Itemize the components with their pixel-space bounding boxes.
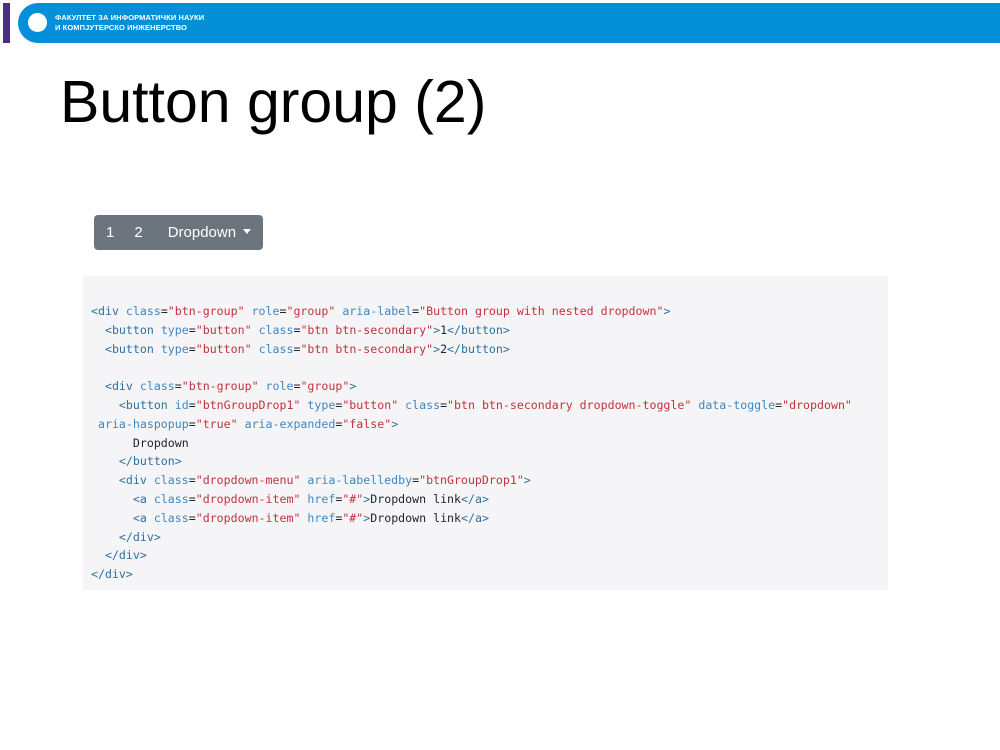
button-group-demo: 1 2 Dropdown [94, 215, 264, 250]
dropdown-label: Dropdown [167, 224, 237, 241]
code-line: aria-haspopup="true" aria-expanded="fals… [97, 416, 399, 431]
code-line: <button type="button" class="btn btn-sec… [104, 341, 510, 356]
code-example: <div class="btn-group" role="group" aria… [83, 276, 888, 590]
code-line: <div class="btn-group" role="group"> [104, 379, 357, 394]
button-1[interactable]: 1 [94, 215, 122, 250]
code-line: Dropdown [91, 435, 189, 450]
code-line: <div class="btn-group" role="group" aria… [91, 304, 671, 318]
faculty-logo-icon [28, 13, 47, 32]
header-accent-bar [3, 3, 10, 43]
caret-down-icon [243, 229, 252, 234]
faculty-name: ФАКУЛТЕТ ЗА ИНФОРМАТИЧКИ НАУКИ И КОМПЈУТ… [55, 13, 204, 33]
code-line: <button type="button" class="btn btn-sec… [104, 322, 510, 337]
faculty-name-line2: И КОМПЈУТЕРСКО ИНЖЕНЕРСТВО [55, 23, 187, 32]
slide-header: ФАКУЛТЕТ ЗА ИНФОРМАТИЧКИ НАУКИ И КОМПЈУТ… [0, 0, 1000, 46]
code-line: </div> [118, 529, 161, 544]
slide-title: Button group (2) [60, 69, 487, 135]
dropdown-toggle-button[interactable]: Dropdown [155, 215, 263, 250]
faculty-name-line1: ФАКУЛТЕТ ЗА ИНФОРМАТИЧКИ НАУКИ [55, 13, 205, 22]
code-line: <button id="btnGroupDrop1" type="button"… [118, 398, 852, 412]
button-2[interactable]: 2 [122, 215, 154, 250]
code-line: <a class="dropdown-item" href="#">Dropdo… [132, 492, 489, 506]
code-line: </div> [104, 548, 147, 563]
code-line: <div class="dropdown-menu" aria-labelled… [118, 473, 531, 488]
code-line: </div> [91, 567, 133, 582]
code-line: </button> [118, 454, 182, 469]
code-line: <a class="dropdown-item" href="#">Dropdo… [132, 510, 489, 525]
